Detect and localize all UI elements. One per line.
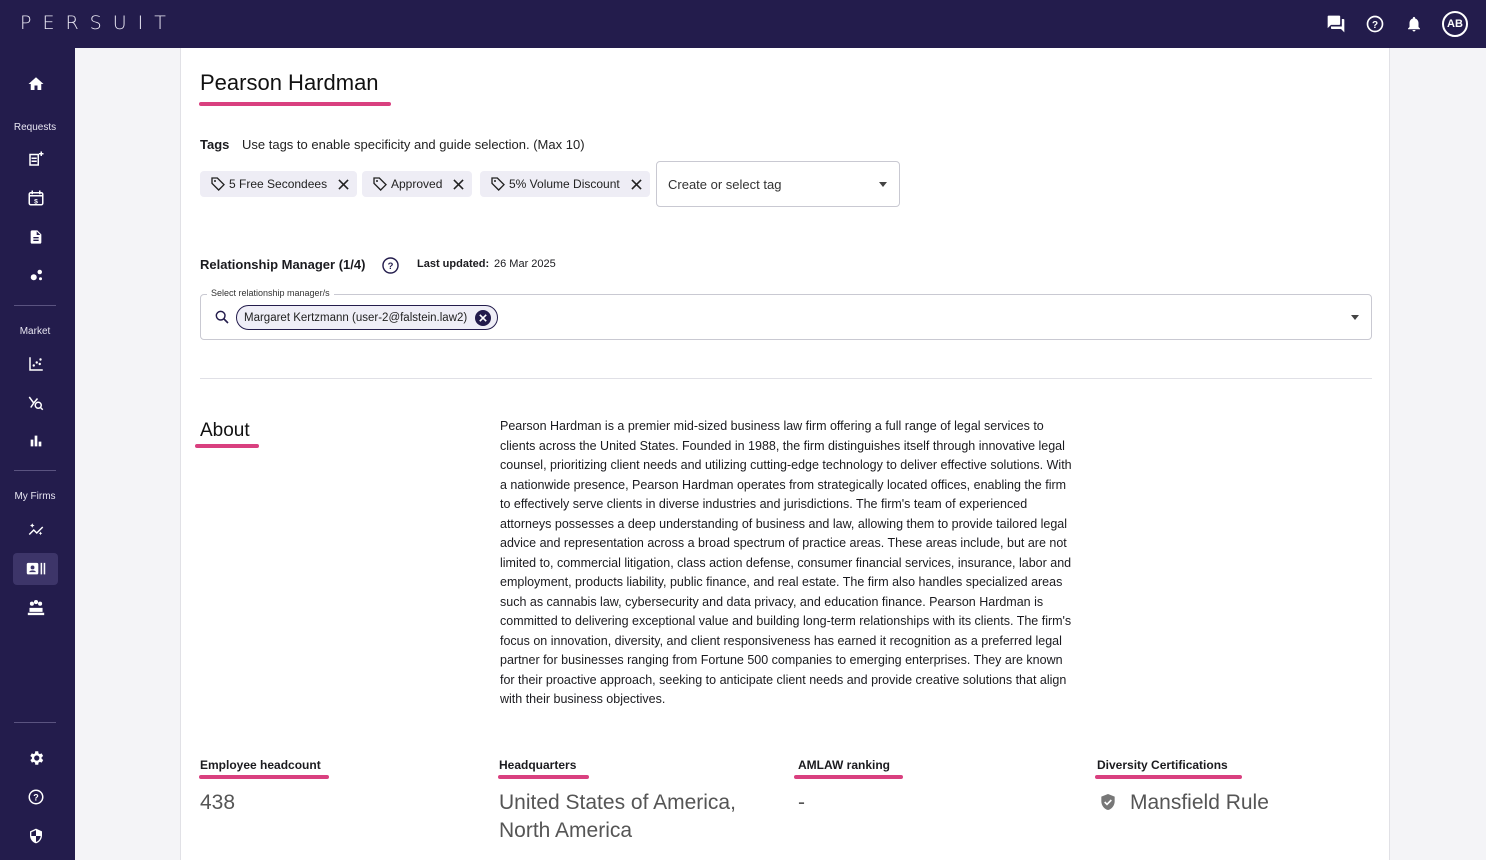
shield-icon[interactable] xyxy=(13,820,58,852)
headquarters-value-line: North America xyxy=(499,819,633,842)
about-text: Pearson Hardman is a premier mid-sized b… xyxy=(500,419,1072,706)
bell-icon[interactable] xyxy=(1403,13,1425,35)
verified-shield-icon xyxy=(1100,793,1116,816)
tag-icon xyxy=(491,177,505,191)
title-underline xyxy=(199,102,391,106)
chevron-down-icon xyxy=(879,182,887,187)
headquarters-value-line: United States of America, xyxy=(499,791,736,814)
top-bar: PERSUIT ? AB xyxy=(0,0,1486,48)
relationship-manager-field-label: Select relationship manager/s xyxy=(207,288,334,298)
relationship-manager-select[interactable]: Margaret Kertzmann (user-2@falstein.law2… xyxy=(200,294,1372,340)
sidebar: Requests $ Market My Firms ? xyxy=(0,48,75,860)
diversity-underline xyxy=(1095,775,1242,779)
search-icon xyxy=(214,309,230,330)
headquarters-underline xyxy=(498,775,589,779)
remove-tag-icon[interactable] xyxy=(453,178,465,190)
network-icon[interactable] xyxy=(13,259,58,291)
svg-text:?: ? xyxy=(1372,20,1378,31)
section-divider xyxy=(200,378,1372,379)
selected-manager-label: Margaret Kertzmann (user-2@falstein.law2… xyxy=(244,311,468,324)
sidebar-section-market: Market xyxy=(19,326,51,337)
bar-chart-icon[interactable] xyxy=(13,425,58,457)
help-icon[interactable]: ? xyxy=(1364,13,1386,35)
headcount-underline xyxy=(199,775,329,779)
tag-chip: 5% Volume Discount xyxy=(480,171,650,197)
home-icon[interactable] xyxy=(13,68,58,100)
about-heading: About xyxy=(200,420,250,441)
tag-select-placeholder: Create or select tag xyxy=(668,177,782,192)
diversity-value: Mansfield Rule xyxy=(1130,791,1269,814)
amlaw-label: AMLAW ranking xyxy=(798,758,890,772)
sidebar-divider xyxy=(14,470,56,471)
tag-chip: 5 Free Secondees xyxy=(200,171,358,197)
calendar-billing-icon[interactable]: $ xyxy=(13,182,58,214)
new-request-icon[interactable] xyxy=(13,143,58,175)
tag-chip-label: 5 Free Secondees xyxy=(229,177,328,191)
user-avatar[interactable]: AB xyxy=(1442,11,1468,37)
settings-icon[interactable] xyxy=(13,742,58,774)
help-icon[interactable]: ? xyxy=(13,781,58,813)
tag-icon xyxy=(211,177,225,191)
chat-icon[interactable] xyxy=(1325,13,1347,35)
sidebar-divider xyxy=(14,722,56,723)
persuit-logo[interactable]: PERSUIT xyxy=(20,12,177,34)
tag-select-dropdown[interactable]: Create or select tag xyxy=(656,161,900,207)
sidebar-section-requests: Requests xyxy=(13,122,57,133)
svg-text:$: $ xyxy=(34,198,38,205)
amlaw-underline xyxy=(794,775,903,779)
document-icon[interactable] xyxy=(13,221,58,253)
remove-tag-icon[interactable] xyxy=(338,178,349,190)
remove-tag-icon[interactable] xyxy=(631,178,642,190)
firms-group-icon[interactable] xyxy=(13,591,58,623)
tags-help-text: Use tags to enable specificity and guide… xyxy=(242,137,585,152)
top-actions: ? AB xyxy=(1325,0,1468,48)
sidebar-divider xyxy=(14,305,56,306)
about-underline xyxy=(195,444,259,448)
tag-icon xyxy=(373,177,387,191)
tag-chip-label: 5% Volume Discount xyxy=(509,177,620,191)
svg-text:?: ? xyxy=(33,792,39,802)
help-icon[interactable]: ? xyxy=(381,256,400,280)
page-title: Pearson Hardman xyxy=(200,70,379,95)
selected-manager-chip: Margaret Kertzmann (user-2@falstein.law2… xyxy=(236,305,499,330)
chevron-down-icon xyxy=(1351,315,1359,320)
last-updated-value: 26 Mar 2025 xyxy=(494,258,556,270)
tag-chip: Approved xyxy=(362,171,473,197)
amlaw-value: - xyxy=(798,791,805,814)
headcount-value: 438 xyxy=(200,791,236,814)
svg-text:?: ? xyxy=(388,261,394,272)
headquarters-value: United States of America, North America xyxy=(499,789,736,845)
remove-manager-icon[interactable] xyxy=(475,309,492,326)
firm-card-icon[interactable] xyxy=(13,553,58,585)
last-updated-label: Last updated: xyxy=(417,258,490,270)
firm-profile-card: Pearson Hardman Tags Use tags to enable … xyxy=(180,48,1390,860)
market-search-icon[interactable] xyxy=(13,387,58,419)
headquarters-label: Headquarters xyxy=(499,758,577,772)
tag-chip-label: Approved xyxy=(391,177,443,191)
market-chart-icon[interactable] xyxy=(13,348,58,380)
diversity-label: Diversity Certifications xyxy=(1097,758,1228,772)
relationship-manager-label: Relationship Manager (1/4) xyxy=(200,257,366,272)
sparkle-chart-icon[interactable] xyxy=(13,514,58,546)
headcount-label: Employee headcount xyxy=(200,758,321,772)
tags-label: Tags xyxy=(200,137,230,152)
sidebar-section-my-firms: My Firms xyxy=(14,491,56,502)
